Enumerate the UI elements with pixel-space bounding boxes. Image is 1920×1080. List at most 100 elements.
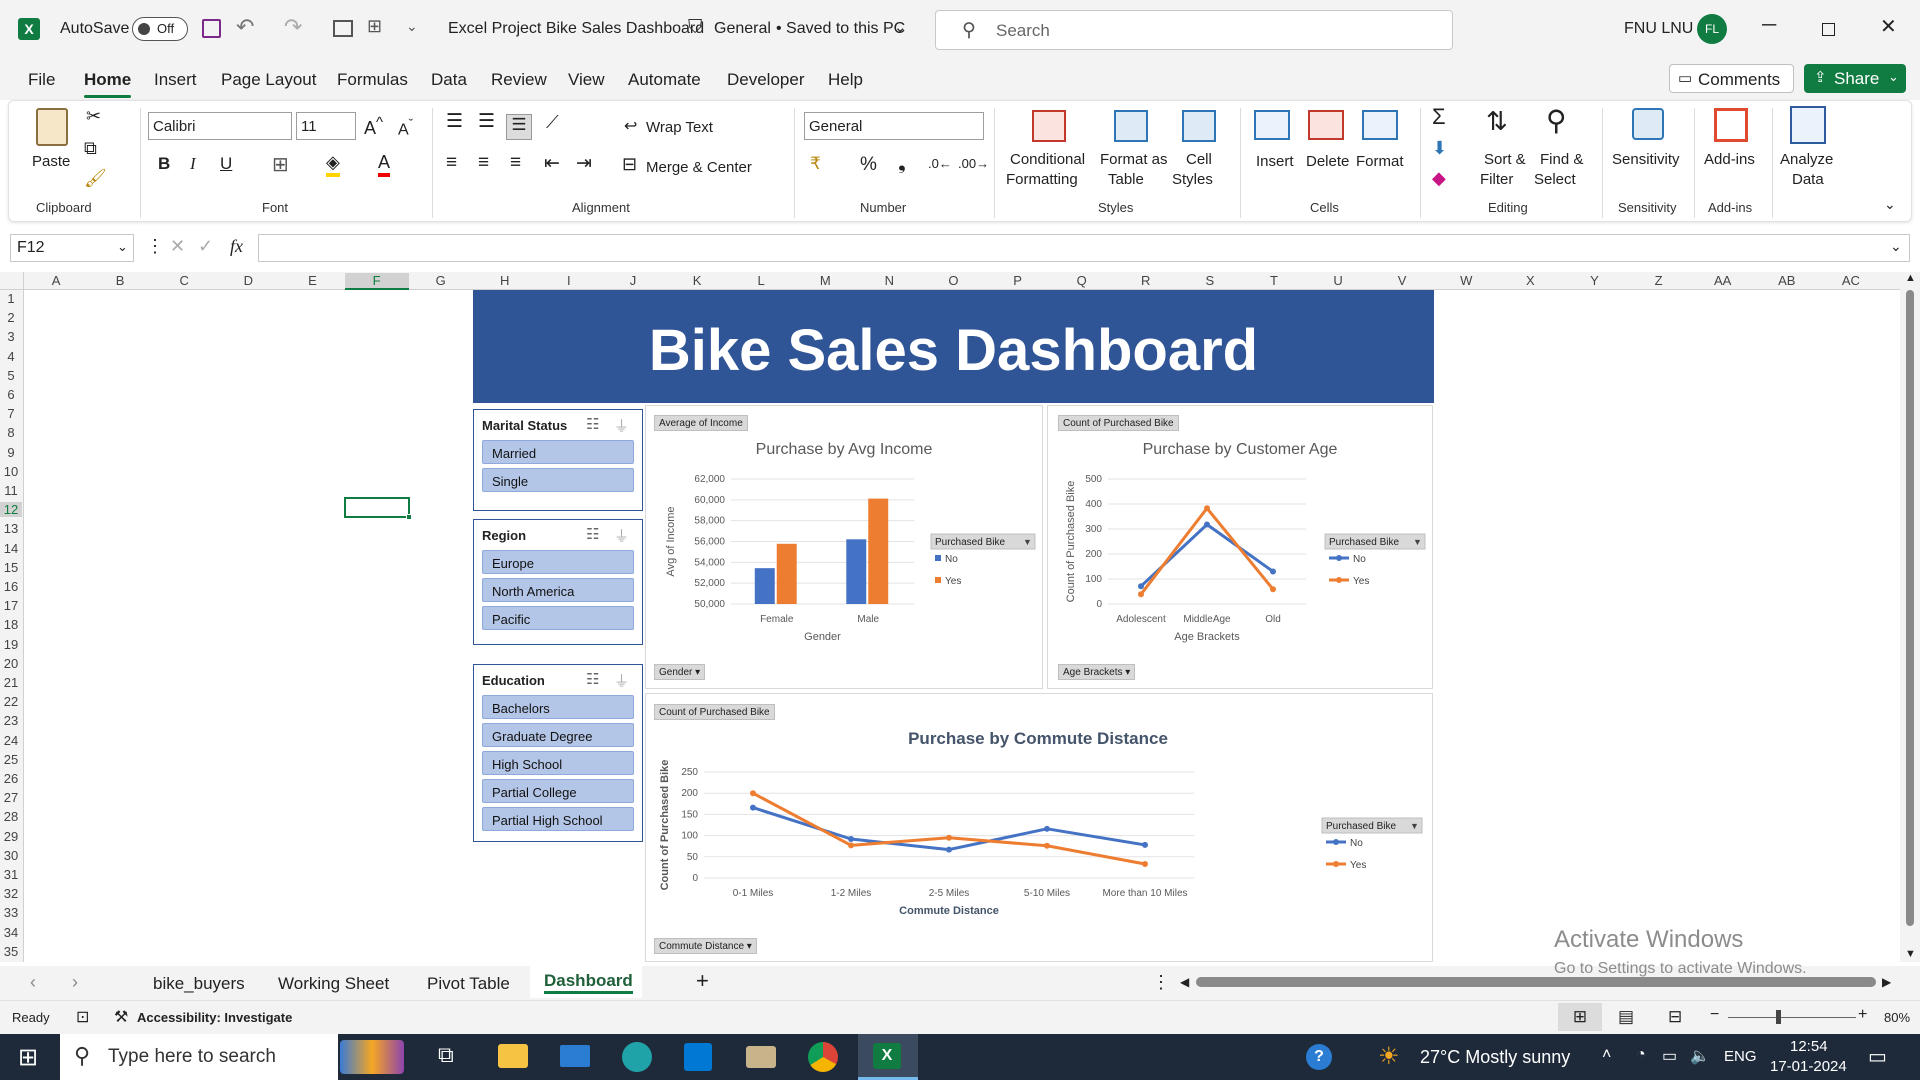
- column-header[interactable]: M: [793, 273, 857, 288]
- active-cell-f12[interactable]: [344, 497, 410, 518]
- cell-styles-line1[interactable]: Cell: [1186, 150, 1212, 169]
- row-header[interactable]: 34: [0, 925, 22, 940]
- avatar[interactable]: FL: [1697, 14, 1727, 44]
- zoom-slider-thumb[interactable]: [1776, 1010, 1781, 1024]
- conditional-formatting-line1[interactable]: Conditional: [1010, 150, 1085, 169]
- menu-home[interactable]: Home: [84, 70, 132, 98]
- delete-cells-icon[interactable]: [1308, 110, 1344, 140]
- column-header[interactable]: E: [280, 273, 344, 288]
- zoom-in-icon[interactable]: +: [1858, 1006, 1867, 1024]
- hierarchy-icon[interactable]: ⊞: [367, 16, 382, 37]
- row-header[interactable]: 6: [0, 387, 22, 402]
- column-header[interactable]: A: [24, 273, 88, 288]
- clear-filter-icon[interactable]: ⏚: [614, 415, 629, 436]
- weather-text[interactable]: 27°C Mostly sunny: [1420, 1047, 1570, 1068]
- row-header[interactable]: 4: [0, 349, 22, 364]
- scroll-left-icon[interactable]: ◀: [1180, 975, 1189, 989]
- row-header[interactable]: 21: [0, 675, 22, 690]
- column-header[interactable]: S: [1178, 273, 1242, 288]
- format-cells-button[interactable]: Format: [1356, 152, 1404, 171]
- row-header[interactable]: 30: [0, 848, 22, 863]
- menu-developer[interactable]: Developer: [727, 70, 805, 90]
- slicer-item[interactable]: Married: [482, 440, 634, 464]
- column-header[interactable]: P: [986, 273, 1050, 288]
- align-middle-icon[interactable]: ☰: [478, 110, 495, 133]
- select-all-corner[interactable]: [0, 272, 24, 290]
- undo-icon[interactable]: ↶: [236, 14, 254, 40]
- row-header[interactable]: 29: [0, 829, 22, 844]
- customize-toolbar-icon[interactable]: ⌄: [406, 18, 418, 35]
- vertical-scrollbar[interactable]: ▲ ▼: [1900, 272, 1920, 962]
- row-header[interactable]: 27: [0, 790, 22, 805]
- column-header[interactable]: L: [729, 273, 793, 288]
- menu-file[interactable]: File: [28, 70, 55, 90]
- next-sheet-icon[interactable]: ›: [72, 972, 78, 993]
- row-header[interactable]: 9: [0, 445, 22, 460]
- axis-field-button[interactable]: Age Brackets ▾: [1058, 664, 1136, 680]
- increase-decimal-icon[interactable]: .0←: [928, 156, 952, 171]
- menu-insert[interactable]: Insert: [154, 70, 197, 90]
- enter-icon[interactable]: ✓: [198, 236, 213, 257]
- row-header[interactable]: 35: [0, 944, 22, 959]
- menu-help[interactable]: Help: [828, 70, 863, 90]
- sort-filter-line2[interactable]: Filter: [1480, 170, 1513, 189]
- zoom-level[interactable]: 80%: [1884, 1010, 1910, 1025]
- restore-icon[interactable]: [1822, 23, 1835, 36]
- decrease-indent-icon[interactable]: ⇤: [544, 152, 560, 175]
- align-center-icon[interactable]: ≡: [478, 152, 489, 174]
- font-size-select[interactable]: 11: [296, 112, 356, 140]
- windows-start-icon[interactable]: ⊞: [18, 1043, 38, 1072]
- sensitivity-icon[interactable]: [1632, 108, 1664, 140]
- row-header[interactable]: 25: [0, 752, 22, 767]
- accessibility-status[interactable]: Accessibility: Investigate: [137, 1010, 292, 1025]
- insert-cells-icon[interactable]: [1254, 110, 1290, 140]
- percent-icon[interactable]: %: [860, 154, 877, 176]
- column-header[interactable]: T: [1242, 273, 1306, 288]
- sensitivity-button[interactable]: Sensitivity: [1612, 150, 1680, 169]
- cut-icon[interactable]: ✂: [86, 106, 101, 127]
- mail-icon[interactable]: [560, 1045, 590, 1067]
- fill-icon[interactable]: ⬇: [1432, 138, 1447, 159]
- slicer-item[interactable]: High School: [482, 751, 634, 775]
- column-header[interactable]: F: [344, 273, 409, 290]
- scroll-right-icon[interactable]: ▶: [1882, 975, 1891, 989]
- menu-page-layout[interactable]: Page Layout: [221, 70, 316, 90]
- search-box[interactable]: ⚲ Search: [935, 10, 1453, 50]
- menu-automate[interactable]: Automate: [628, 70, 701, 90]
- clear-filter-icon[interactable]: ⏚: [614, 525, 629, 546]
- row-header[interactable]: 20: [0, 656, 22, 671]
- font-color-icon[interactable]: A: [378, 152, 391, 177]
- find-select-icon[interactable]: ⚲: [1546, 104, 1567, 137]
- find-select-line2[interactable]: Select: [1534, 170, 1576, 189]
- slicer-item[interactable]: Partial College: [482, 779, 634, 803]
- macro-record-icon[interactable]: ⊡: [76, 1007, 89, 1027]
- row-header[interactable]: 3: [0, 329, 22, 344]
- decrease-font-icon[interactable]: Aˇ: [398, 116, 413, 139]
- column-header[interactable]: AC: [1819, 273, 1883, 288]
- cancel-icon[interactable]: ✕: [170, 236, 185, 257]
- row-header[interactable]: 1: [0, 291, 22, 306]
- format-as-table-icon[interactable]: [1114, 110, 1148, 142]
- sheet-tab-bike-buyers[interactable]: bike_buyers: [153, 974, 245, 994]
- widgets-icon[interactable]: [340, 1040, 404, 1074]
- align-top-icon[interactable]: ☰: [446, 110, 463, 133]
- minimize-icon[interactable]: ─: [1762, 14, 1776, 37]
- axis-field-button[interactable]: Commute Distance ▾: [654, 938, 757, 954]
- menu-data[interactable]: Data: [431, 70, 467, 90]
- column-header[interactable]: C: [152, 273, 216, 288]
- add-ins-icon[interactable]: [1714, 108, 1748, 142]
- excel-taskbar-icon[interactable]: X: [858, 1034, 918, 1080]
- row-header[interactable]: 12: [0, 502, 22, 518]
- row-header[interactable]: 24: [0, 733, 22, 748]
- scroll-up-icon[interactable]: ▲: [1905, 272, 1916, 284]
- conditional-formatting-line2[interactable]: Formatting: [1006, 170, 1078, 189]
- analyze-data-icon[interactable]: [1790, 106, 1826, 144]
- close-icon[interactable]: ✕: [1880, 14, 1897, 39]
- slicer-item[interactable]: Europe: [482, 550, 634, 574]
- align-right-icon[interactable]: ≡: [510, 152, 521, 174]
- menu-view[interactable]: View: [568, 70, 605, 90]
- wrap-text-icon[interactable]: ↩: [624, 116, 637, 136]
- borders-icon[interactable]: ⊞: [272, 152, 289, 177]
- clock-date[interactable]: 17-01-2024: [1770, 1058, 1847, 1075]
- form-icon[interactable]: [333, 20, 353, 37]
